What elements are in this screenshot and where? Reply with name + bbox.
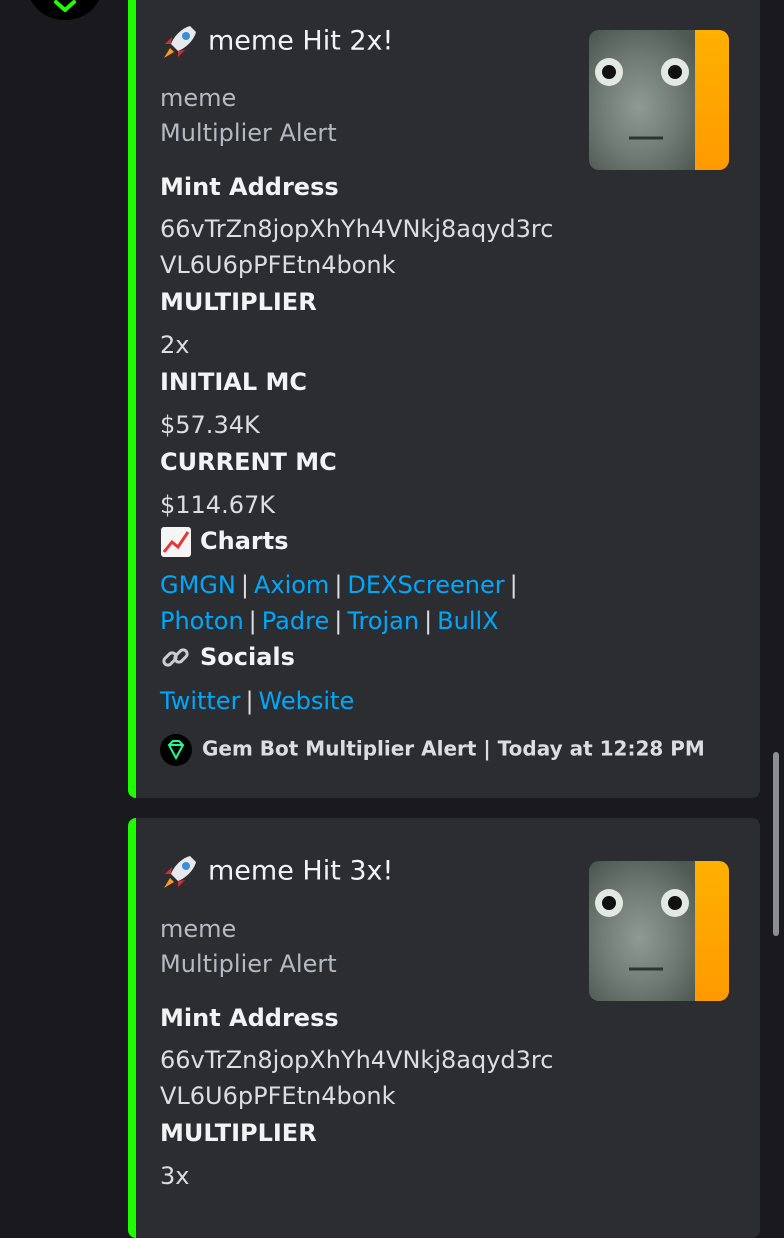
embed-title-text: meme Hit 2x! xyxy=(208,25,394,57)
gem-icon xyxy=(160,734,192,766)
socials-label: Socials xyxy=(200,643,295,671)
link-twitter[interactable]: Twitter xyxy=(160,687,240,715)
field-name-charts: Charts xyxy=(160,526,289,558)
link-photon[interactable]: Photon xyxy=(160,607,244,635)
field-name-initial-mc: INITIAL MC xyxy=(160,368,307,396)
embed-description-line: meme xyxy=(160,915,237,943)
field-name-socials: Socials xyxy=(160,642,295,674)
link-padre[interactable]: Padre xyxy=(262,607,329,635)
charts-label: Charts xyxy=(200,527,289,555)
rocket-icon xyxy=(164,26,196,58)
bot-avatar[interactable] xyxy=(28,0,102,20)
footer-text: Gem Bot Multiplier Alert | Today at 12:2… xyxy=(202,736,705,761)
embed-title-text: meme Hit 3x! xyxy=(208,855,394,887)
field-name-multiplier: MULTIPLIER xyxy=(160,1119,317,1147)
embed-title: meme Hit 3x! xyxy=(160,852,393,892)
chart-links-row: Photon | Padre | Trojan | BullX xyxy=(160,607,499,635)
field-value-mint: VL6U6pPFEtn4bonk xyxy=(160,1082,396,1110)
field-name-multiplier: MULTIPLIER xyxy=(160,288,317,316)
link-gmgn[interactable]: GMGN xyxy=(160,571,236,599)
alert-embed: meme Hit 2x! meme Multiplier Alert Mint … xyxy=(128,0,760,798)
embed-description-line: Multiplier Alert xyxy=(160,950,337,978)
field-name-mint: Mint Address xyxy=(160,173,339,201)
field-value-mint: 66vTrZn8jopXhYh4VNkj8aqyd3rc xyxy=(160,215,554,243)
checkmark-icon xyxy=(54,0,76,12)
field-value-mint: 66vTrZn8jopXhYh4VNkj8aqyd3rc xyxy=(160,1046,554,1074)
link-icon xyxy=(162,648,189,667)
face-icon xyxy=(595,58,689,140)
field-name-mint: Mint Address xyxy=(160,1004,339,1032)
token-thumbnail[interactable] xyxy=(589,861,729,1001)
link-bullx[interactable]: BullX xyxy=(437,607,498,635)
field-value-current-mc: $114.67K xyxy=(160,491,275,519)
embed-footer: Gem Bot Multiplier Alert | Today at 12:2… xyxy=(160,734,705,766)
chart-increasing-icon xyxy=(161,527,191,557)
link-dexscreener[interactable]: DEXScreener xyxy=(347,571,504,599)
token-thumbnail[interactable] xyxy=(589,30,729,170)
scrollbar-thumb[interactable] xyxy=(773,752,779,936)
link-website[interactable]: Website xyxy=(259,687,355,715)
social-links-row: Twitter | Website xyxy=(160,687,355,715)
face-icon xyxy=(595,889,689,971)
embed-title: meme Hit 2x! xyxy=(160,22,393,62)
alert-embed: meme Hit 3x! meme Multiplier Alert Mint … xyxy=(128,818,760,1238)
field-value-multiplier: 2x xyxy=(160,331,190,359)
link-axiom[interactable]: Axiom xyxy=(254,571,329,599)
link-trojan[interactable]: Trojan xyxy=(347,607,419,635)
field-value-mint: VL6U6pPFEtn4bonk xyxy=(160,251,396,279)
rocket-icon xyxy=(164,856,196,888)
embed-description-line: Multiplier Alert xyxy=(160,119,337,147)
chart-links-row: GMGN | Axiom | DEXScreener | xyxy=(160,571,518,599)
embed-description-line: meme xyxy=(160,84,237,112)
field-name-current-mc: CURRENT MC xyxy=(160,448,337,476)
field-value-multiplier: 3x xyxy=(160,1162,190,1190)
field-value-initial-mc: $57.34K xyxy=(160,411,260,439)
